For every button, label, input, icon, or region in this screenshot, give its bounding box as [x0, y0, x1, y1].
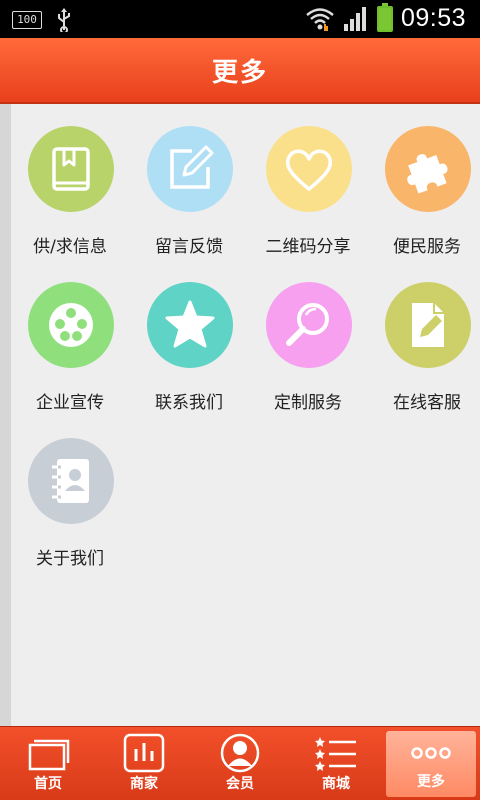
clock: 09:53: [400, 4, 466, 32]
grid-item-contact[interactable]: 联系我们: [130, 260, 248, 413]
tab-merchants[interactable]: 商家: [96, 727, 192, 800]
puzzle-icon: [385, 126, 471, 212]
document-pen-icon: [385, 282, 471, 368]
grid-item-about-us[interactable]: 关于我们: [11, 416, 129, 569]
bar-chart-icon: [123, 733, 165, 773]
grid-item-label: 便民服务: [393, 237, 461, 257]
tab-label: 商家: [130, 776, 158, 792]
grid-item-feedback[interactable]: 留言反馈: [130, 104, 248, 257]
bottom-tab-bar: 首页 商家 会员 商城 更多: [0, 726, 480, 800]
page-title: 更多: [211, 57, 268, 87]
tab-label: 更多: [417, 774, 445, 790]
content-area: 供/求信息 留言反馈 二维码分享 便民服务 企业宣传 联系我们 定制服务 在线客…: [0, 104, 480, 726]
wifi-icon: [306, 7, 334, 31]
grid-item-supply-demand[interactable]: 供/求信息: [11, 104, 129, 257]
star-list-icon: [315, 737, 356, 771]
title-bar: 更多: [0, 38, 480, 104]
more-dots-icon: [411, 747, 451, 759]
tab-label: 商城: [322, 776, 350, 792]
home-windows-icon: [28, 739, 70, 771]
grid-item-label: 关于我们: [36, 549, 104, 569]
grid-item-qrcode-share[interactable]: 二维码分享: [249, 104, 367, 257]
battery-icon: [376, 2, 393, 32]
tab-label: 会员: [226, 776, 254, 792]
grid-item-online-support[interactable]: 在线客服: [368, 260, 480, 413]
grid-item-label: 定制服务: [274, 393, 342, 413]
tab-members[interactable]: 会员: [192, 727, 288, 800]
tab-home[interactable]: 首页: [0, 727, 96, 800]
grid-item-custom-service[interactable]: 定制服务: [249, 260, 367, 413]
film-reel-icon: [28, 282, 114, 368]
grid-item-label: 供/求信息: [33, 237, 107, 257]
grid-item-label: 在线客服: [393, 393, 461, 413]
grid-item-label: 二维码分享: [265, 237, 351, 257]
battery-saver-icon: 100: [12, 11, 42, 29]
grid-item-label: 留言反馈: [155, 237, 223, 257]
tab-label: 首页: [34, 776, 62, 792]
tab-mall[interactable]: 商城: [288, 727, 384, 800]
grid-item-promotion[interactable]: 企业宣传: [11, 260, 129, 413]
scrollbar[interactable]: [0, 104, 11, 726]
usb-icon: [58, 8, 70, 32]
book-icon: [28, 126, 114, 212]
heart-icon: [266, 126, 352, 212]
status-bar: 100 09:53: [0, 0, 480, 38]
edit-icon: [147, 126, 233, 212]
user-icon: [220, 733, 260, 773]
grid-item-label: 企业宣传: [36, 393, 104, 413]
search-icon: [266, 282, 352, 368]
tab-more[interactable]: 更多: [386, 731, 476, 797]
signal-icon: [343, 6, 366, 31]
star-icon: [147, 282, 233, 368]
contacts-book-icon: [28, 438, 114, 524]
grid-item-convenience[interactable]: 便民服务: [368, 104, 480, 257]
grid-item-label: 联系我们: [155, 393, 223, 413]
